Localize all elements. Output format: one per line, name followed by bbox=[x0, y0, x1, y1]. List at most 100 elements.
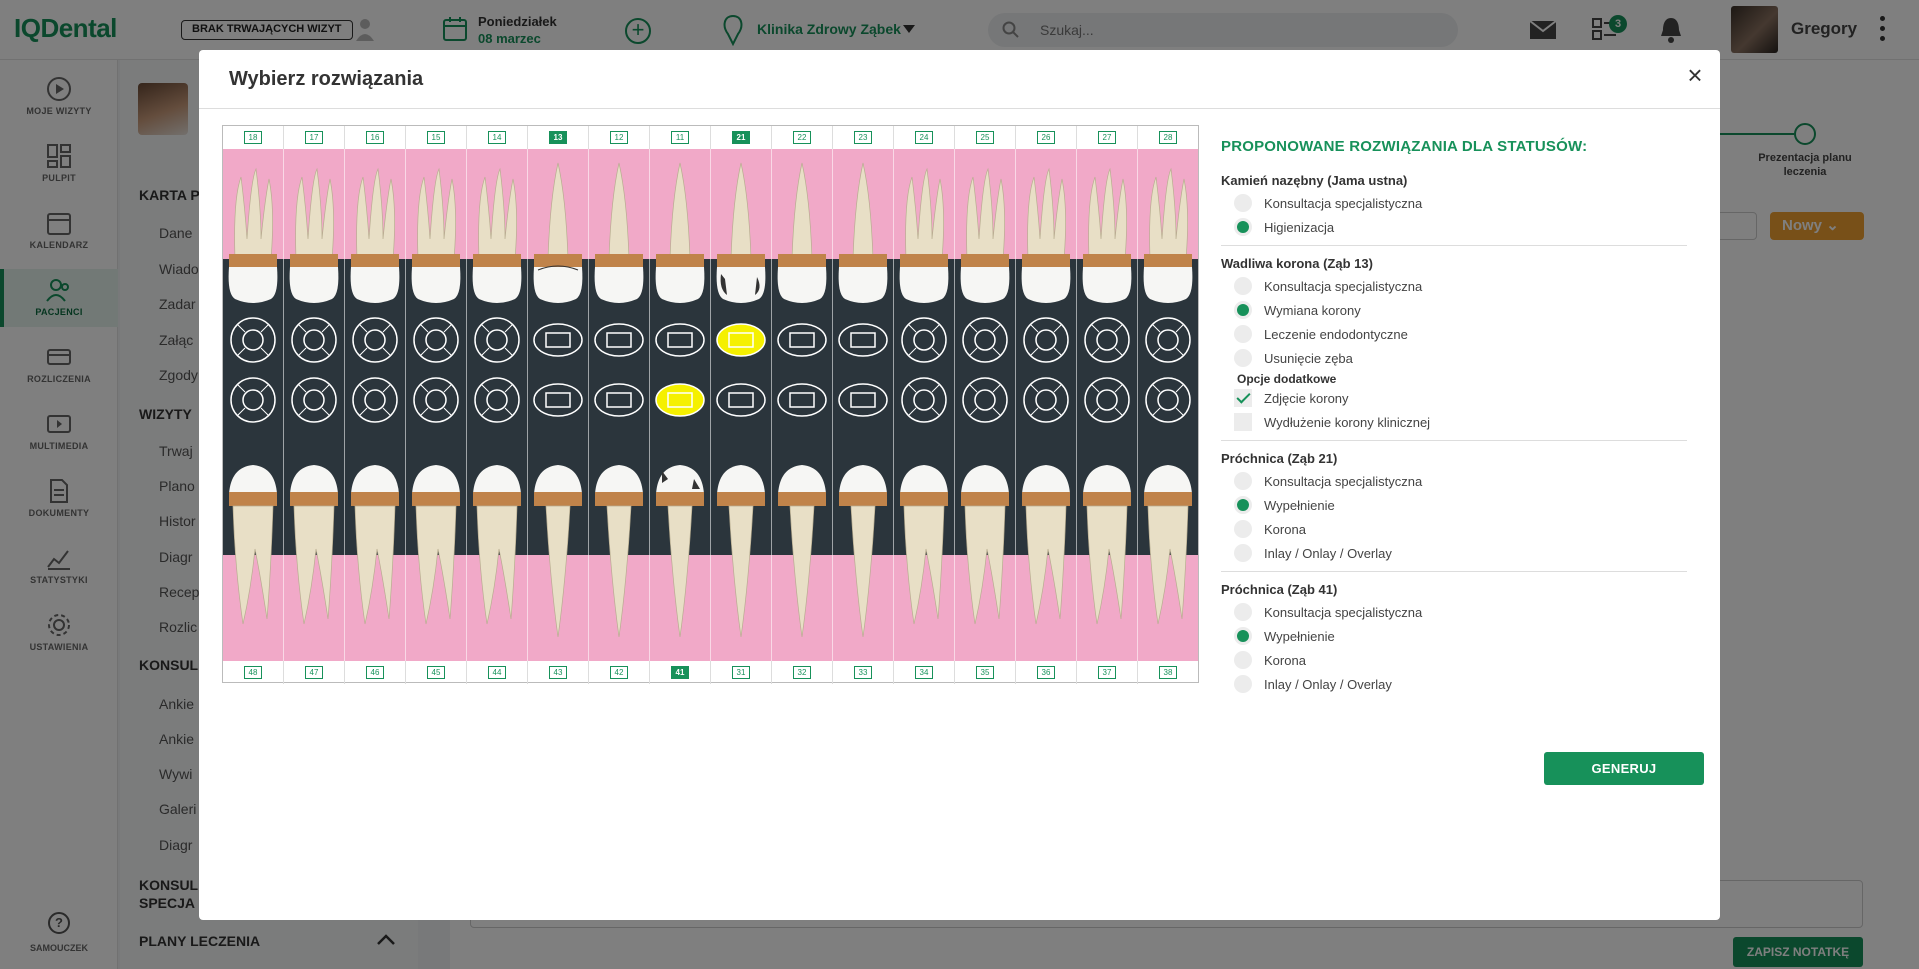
tooth-number-14[interactable]: 14 bbox=[488, 131, 506, 144]
tooth-number-42[interactable]: 42 bbox=[610, 666, 628, 679]
tooth-number-22[interactable]: 22 bbox=[793, 131, 811, 144]
tooth-number-46[interactable]: 46 bbox=[366, 666, 384, 679]
solution-option[interactable]: Korona bbox=[1221, 517, 1687, 541]
radio-button[interactable] bbox=[1234, 603, 1252, 621]
radio-button[interactable] bbox=[1234, 472, 1252, 490]
checkbox[interactable] bbox=[1234, 413, 1252, 431]
tooth-column[interactable] bbox=[589, 149, 650, 661]
tooth-column[interactable] bbox=[467, 149, 528, 661]
option-label: Higienizacja bbox=[1264, 219, 1335, 235]
tooth-column[interactable] bbox=[1077, 149, 1138, 661]
tooth-number-38[interactable]: 38 bbox=[1159, 666, 1177, 679]
solution-option[interactable]: Konsultacja specjalistyczna bbox=[1221, 600, 1687, 624]
tooth-pair-11-41 bbox=[655, 162, 705, 638]
radio-button[interactable] bbox=[1234, 544, 1252, 562]
tooth-column[interactable] bbox=[345, 149, 406, 661]
tooth-number-cell: 46 bbox=[345, 661, 406, 684]
tooth-number-35[interactable]: 35 bbox=[976, 666, 994, 679]
option-label: Wymiana korony bbox=[1264, 302, 1361, 318]
radio-button[interactable] bbox=[1234, 627, 1252, 645]
tooth-column[interactable] bbox=[772, 149, 833, 661]
tooth-number-13[interactable]: 13 bbox=[549, 131, 567, 144]
tooth-column[interactable] bbox=[284, 149, 345, 661]
tooth-number-32[interactable]: 32 bbox=[793, 666, 811, 679]
tooth-number-21[interactable]: 21 bbox=[732, 131, 750, 144]
tooth-number-43[interactable]: 43 bbox=[549, 666, 567, 679]
tooth-number-11[interactable]: 11 bbox=[671, 131, 689, 144]
status-name: Wadliwa korona (Ząb 13) bbox=[1221, 256, 1373, 271]
tooth-pair-12-42 bbox=[594, 162, 644, 638]
solution-option[interactable]: Usunięcie zęba bbox=[1221, 346, 1687, 370]
solution-option[interactable]: Wymiana korony bbox=[1221, 298, 1687, 322]
additional-option[interactable]: Wydłużenie korony klinicznej bbox=[1221, 410, 1687, 434]
tooth-column[interactable] bbox=[650, 149, 711, 661]
tooth-pair-15-45 bbox=[411, 167, 461, 625]
solution-option[interactable]: Wypełnienie bbox=[1221, 493, 1687, 517]
tooth-column[interactable] bbox=[406, 149, 467, 661]
solution-option[interactable]: Wypełnienie bbox=[1221, 624, 1687, 648]
radio-button[interactable] bbox=[1234, 301, 1252, 319]
option-label: Wypełnienie bbox=[1264, 497, 1335, 513]
radio-button[interactable] bbox=[1234, 520, 1252, 538]
additional-option[interactable]: Zdjęcie korony bbox=[1221, 386, 1687, 410]
tooth-column[interactable] bbox=[894, 149, 955, 661]
radio-button[interactable] bbox=[1234, 651, 1252, 669]
tooth-number-cell: 34 bbox=[894, 661, 955, 684]
tooth-column[interactable] bbox=[955, 149, 1016, 661]
tooth-number-37[interactable]: 37 bbox=[1098, 666, 1116, 679]
solution-option[interactable]: Konsultacja specjalistyczna bbox=[1221, 469, 1687, 493]
tooth-number-41[interactable]: 41 bbox=[671, 666, 689, 679]
solution-option[interactable]: Konsultacja specjalistyczna bbox=[1221, 274, 1687, 298]
solution-option[interactable]: Higienizacja bbox=[1221, 215, 1687, 239]
tooth-number-12[interactable]: 12 bbox=[610, 131, 628, 144]
radio-button[interactable] bbox=[1234, 194, 1252, 212]
tooth-pair-25-35 bbox=[960, 167, 1010, 625]
tooth-number-26[interactable]: 26 bbox=[1037, 131, 1055, 144]
tooth-number-48[interactable]: 48 bbox=[244, 666, 262, 679]
radio-button[interactable] bbox=[1234, 277, 1252, 295]
tooth-number-18[interactable]: 18 bbox=[244, 131, 262, 144]
tooth-number-15[interactable]: 15 bbox=[427, 131, 445, 144]
tooth-number-28[interactable]: 28 bbox=[1159, 131, 1177, 144]
tooth-number-44[interactable]: 44 bbox=[488, 666, 506, 679]
tooth-number-25[interactable]: 25 bbox=[976, 131, 994, 144]
tooth-number-47[interactable]: 47 bbox=[305, 666, 323, 679]
radio-button[interactable] bbox=[1234, 325, 1252, 343]
radio-button[interactable] bbox=[1234, 349, 1252, 367]
tooth-number-cell: 38 bbox=[1138, 661, 1198, 684]
tooth-column[interactable] bbox=[223, 149, 284, 661]
tooth-number-36[interactable]: 36 bbox=[1037, 666, 1055, 679]
tooth-column[interactable] bbox=[528, 149, 589, 661]
radio-button[interactable] bbox=[1234, 675, 1252, 693]
status-group: Kamień nazębny (Jama ustna) Konsultacja s… bbox=[1221, 173, 1687, 246]
tooth-number-16[interactable]: 16 bbox=[366, 131, 384, 144]
tooth-pair-13-43 bbox=[533, 162, 583, 638]
tooth-number-31[interactable]: 31 bbox=[732, 666, 750, 679]
tooth-column[interactable] bbox=[711, 149, 772, 661]
tooth-number-45[interactable]: 45 bbox=[427, 666, 445, 679]
radio-button[interactable] bbox=[1234, 218, 1252, 236]
tooth-number-33[interactable]: 33 bbox=[854, 666, 872, 679]
tooth-number-24[interactable]: 24 bbox=[915, 131, 933, 144]
close-button[interactable]: × bbox=[1683, 62, 1707, 88]
tooth-column[interactable] bbox=[1138, 149, 1198, 661]
tooth-number-17[interactable]: 17 bbox=[305, 131, 323, 144]
solution-option[interactable]: Korona bbox=[1221, 648, 1687, 672]
solution-option[interactable]: Inlay / Onlay / Overlay bbox=[1221, 541, 1687, 565]
radio-button[interactable] bbox=[1234, 496, 1252, 514]
upper-tooth-numbers: 18 17 16 15 14 13 12 11 21 22 23 24 25 26 27 28 bbox=[223, 126, 1198, 149]
tooth-column[interactable] bbox=[833, 149, 894, 661]
tooth-column[interactable] bbox=[1016, 149, 1077, 661]
tooth-pair-16-46 bbox=[350, 167, 400, 625]
status-group: Wadliwa korona (Ząb 13) Konsultacja specj… bbox=[1221, 256, 1687, 441]
tooth-number-cell: 22 bbox=[772, 126, 833, 149]
solution-option[interactable]: Leczenie endodontyczne bbox=[1221, 322, 1687, 346]
solution-option[interactable]: Inlay / Onlay / Overlay bbox=[1221, 672, 1687, 696]
tooth-number-cell: 41 bbox=[650, 661, 711, 684]
tooth-number-27[interactable]: 27 bbox=[1098, 131, 1116, 144]
tooth-number-23[interactable]: 23 bbox=[854, 131, 872, 144]
checkbox[interactable] bbox=[1234, 389, 1252, 407]
generate-button[interactable]: GENERUJ bbox=[1544, 752, 1704, 785]
solution-option[interactable]: Konsultacja specjalistyczna bbox=[1221, 191, 1687, 215]
tooth-number-34[interactable]: 34 bbox=[915, 666, 933, 679]
